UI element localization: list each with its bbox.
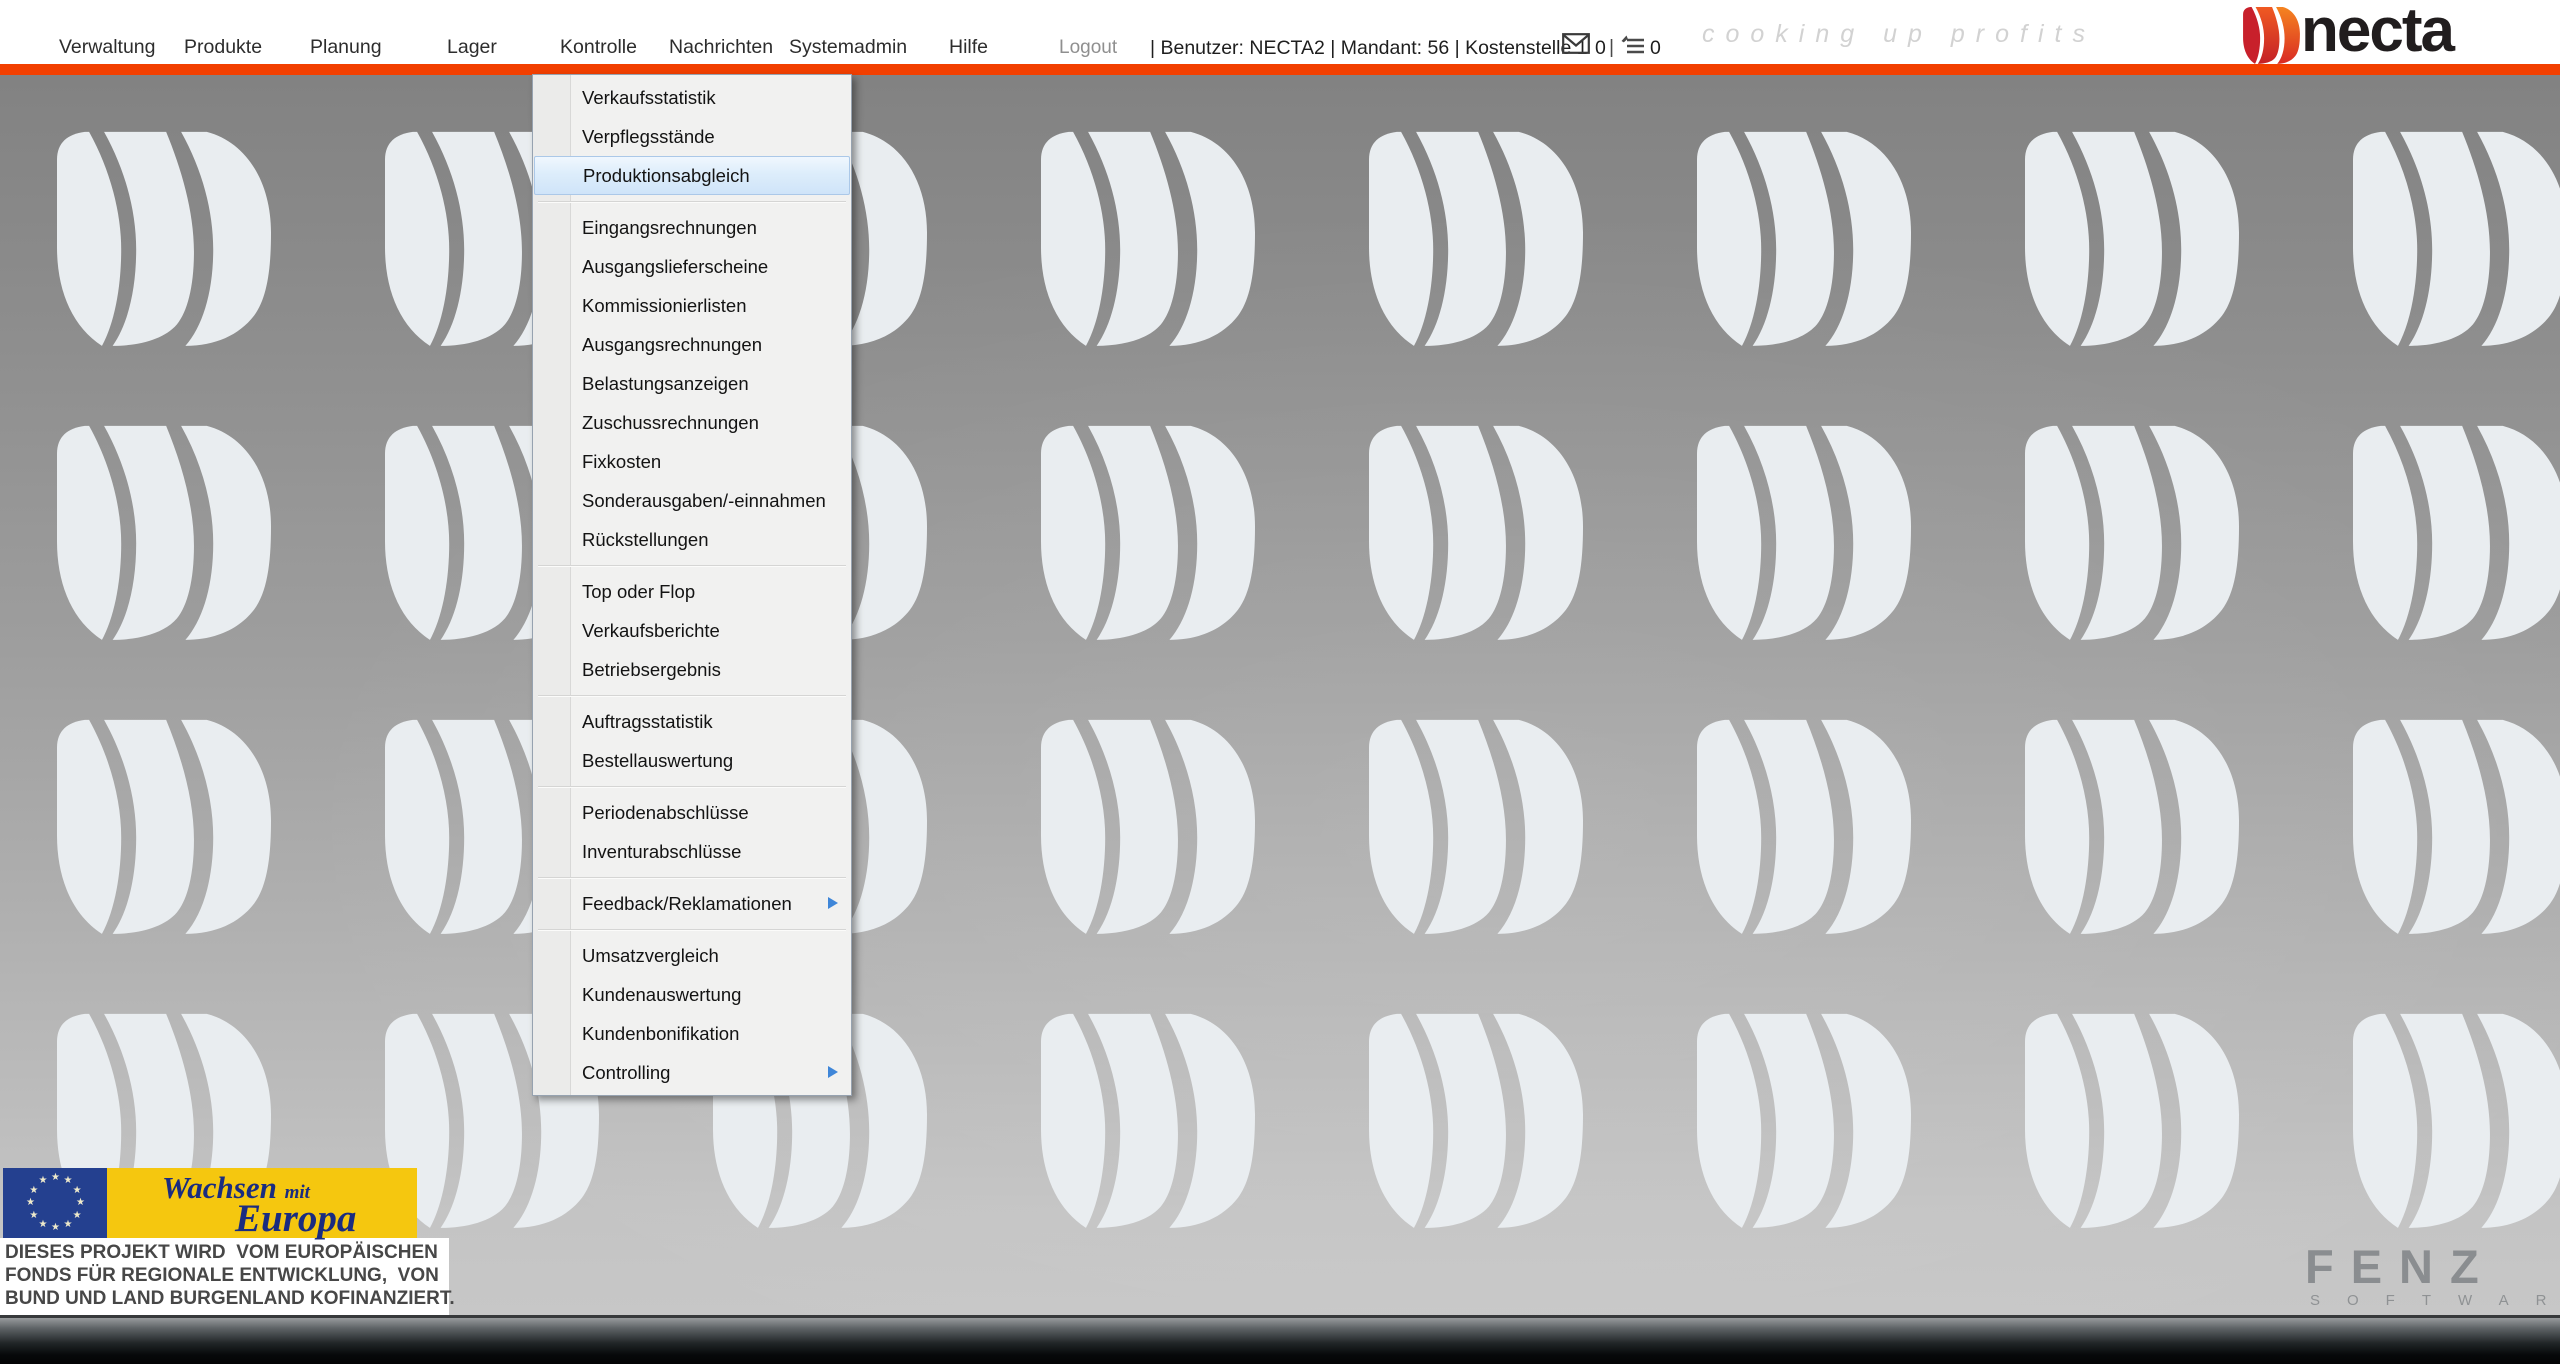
menu-item-belastungsanzeigen[interactable]: Belastungsanzeigen [533,364,851,403]
submenu-arrow-icon [828,1066,838,1078]
eu-star-icon: ★ [76,1197,85,1208]
leaf-watermark [1041,425,1255,645]
menu-separator [533,923,851,936]
menu-separator [533,780,851,793]
top-bar: Verwaltung Produkte Planung Lager Kontrolle N… [0,0,2560,64]
nav-hilfe[interactable]: Hilfe [949,36,988,59]
leaf-watermark [1697,719,1911,939]
leaf-watermark [1697,425,1911,645]
tasks-count: 0 [1650,37,1661,59]
nav-verwaltung[interactable]: Verwaltung [59,36,155,59]
menu-item-kundenbonifikation[interactable]: Kundenbonifikation [533,1014,851,1053]
session-status: | Benutzer: NECTA2 | Mandant: 56 | Koste… [1150,37,1588,59]
leaf-watermark [1369,425,1583,645]
eu-star-icon: ★ [72,1209,82,1221]
menu-item-sonderausgaben-einnahmen[interactable]: Sonderausgaben/-einnahmen [533,481,851,520]
menu-item-eingangsrechnungen[interactable]: Eingangsrechnungen [533,208,851,247]
menu-item-ausgangslieferscheine[interactable]: Ausgangslieferscheine [533,247,851,286]
menu-item-auftragsstatistik[interactable]: Auftragsstatistik [533,702,851,741]
eu-star-icon: ★ [51,1222,60,1233]
leaf-watermark [2025,719,2239,939]
eu-star-icon: ★ [63,1175,73,1187]
eu-star-icon: ★ [38,1218,48,1230]
eu-banner-title: Wachsen mit Europa [107,1168,417,1240]
bottom-bar [0,1315,2560,1364]
eu-star-icon: ★ [63,1218,73,1230]
eu-star-icon: ★ [38,1175,48,1187]
menu-item-kundenauswertung[interactable]: Kundenauswertung [533,975,851,1014]
menu-item-betriebsergebnis[interactable]: Betriebsergebnis [533,650,851,689]
necta-logo-leaf-icon [2243,7,2300,70]
eu-star-icon: ★ [72,1184,82,1196]
leaf-watermark [1697,1013,1911,1233]
leaf-watermark [57,425,271,645]
eu-star-icon: ★ [26,1197,35,1208]
menu-item-verkaufsberichte[interactable]: Verkaufsberichte [533,611,851,650]
eu-star-icon: ★ [51,1172,60,1183]
leaf-watermark [1369,1013,1583,1233]
logout-button[interactable]: Logout [1059,37,1117,59]
menu-item-produktionsabgleich[interactable]: Produktionsabgleich [534,156,850,195]
mail-count: 0 [1595,37,1606,59]
nav-planung[interactable]: Planung [310,36,382,59]
menu-separator [533,689,851,702]
menu-item-top-oder-flop[interactable]: Top oder Flop [533,572,851,611]
nav-nachrichten[interactable]: Nachrichten [669,36,773,59]
menu-item-umsatzvergleich[interactable]: Umsatzvergleich [533,936,851,975]
leaf-watermark [1041,1013,1255,1233]
leaf-watermark [57,719,271,939]
menu-item-ausgangsrechnungen[interactable]: Ausgangsrechnungen [533,325,851,364]
count-divider: | [1609,36,1615,58]
necta-logo-wordmark: necta [2301,0,2455,65]
workspace-background: ★ ★ ★ ★ ★ ★ ★ ★ ★ ★ ★ ★ Wachsen mit Europa DIESES P… [0,75,2560,1315]
tasks-icon[interactable] [1621,34,1645,61]
menu-item-feedback-reklamationen[interactable]: Feedback/Reklamationen [533,884,851,923]
leaf-watermark [2025,425,2239,645]
accent-bar [0,64,2560,75]
eu-banner-caption: DIESES PROJEKT WIRD VOM EUROPÄISCHEN FON… [0,1238,455,1315]
submenu-arrow-icon [828,897,838,909]
menu-item-verkaufsstatistik[interactable]: Verkaufsstatistik [533,78,851,117]
fenz-name: FENZ [2305,1240,2496,1293]
necta-app-window: Verwaltung Produkte Planung Lager Kontrolle N… [0,0,2560,1364]
menu-item-kommissionierlisten[interactable]: Kommissionierlisten [533,286,851,325]
menu-item-zuschussrechnungen[interactable]: Zuschussrechnungen [533,403,851,442]
leaf-watermark [2353,1013,2560,1233]
leaf-watermark [1369,719,1583,939]
leaf-watermark [1041,719,1255,939]
brand-tagline: cooking up profits [1702,20,2096,48]
menu-separator [533,559,851,572]
leaf-watermark [57,131,271,351]
menu-item-periodenabschlüsse[interactable]: Periodenabschlüsse [533,793,851,832]
eu-star-icon: ★ [29,1209,39,1221]
eu-star-icon: ★ [29,1184,39,1196]
leaf-watermark [1369,131,1583,351]
leaf-watermark [1041,131,1255,351]
menu-separator [533,871,851,884]
leaf-watermark [2353,131,2560,351]
menu-item-controlling[interactable]: Controlling [533,1053,851,1092]
menu-item-bestellauswertung[interactable]: Bestellauswertung [533,741,851,780]
nav-lager[interactable]: Lager [447,36,497,59]
kontrolle-dropdown-menu: Verkaufsstatistik Verpflegsstände Produkti… [532,74,852,1096]
mail-icon[interactable] [1562,33,1590,59]
leaf-watermark [2353,425,2560,645]
nav-kontrolle[interactable]: Kontrolle [560,36,637,59]
menu-item-verpflegsstände[interactable]: Verpflegsstände [533,117,851,156]
menu-item-inventurabschlüsse[interactable]: Inventurabschlüsse [533,832,851,871]
fenz-watermark: FENZ SOFTWARE [2305,1240,2560,1310]
eu-funding-banner: ★ ★ ★ ★ ★ ★ ★ ★ ★ ★ ★ ★ Wachsen mit Europa DIESES P… [0,1168,455,1315]
leaf-watermark [1697,131,1911,351]
menu-separator [533,195,851,208]
menu-item-rückstellungen[interactable]: Rückstellungen [533,520,851,559]
nav-systemadmin[interactable]: Systemadmin [789,36,907,59]
leaf-watermark [2025,1013,2239,1233]
menu-item-fixkosten[interactable]: Fixkosten [533,442,851,481]
eu-flag: ★ ★ ★ ★ ★ ★ ★ ★ ★ ★ ★ ★ [3,1168,107,1238]
fenz-subtitle: SOFTWARE [2310,1292,2560,1309]
leaf-watermark [2025,131,2239,351]
nav-produkte[interactable]: Produkte [184,36,262,59]
leaf-watermark [2353,719,2560,939]
